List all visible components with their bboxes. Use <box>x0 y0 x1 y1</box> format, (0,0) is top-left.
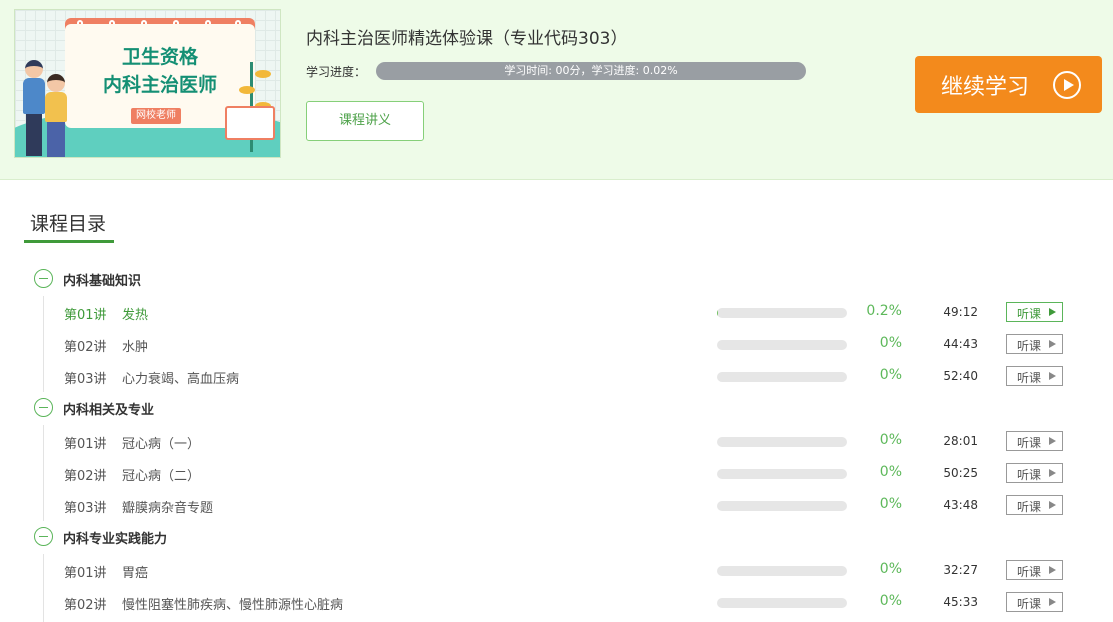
course-title: 内科主治医师精选体验课（专业代码303） <box>306 29 628 49</box>
lesson-percent: 0% <box>879 464 902 480</box>
lesson-title[interactable]: 瓣膜病杂音专题 <box>122 497 213 516</box>
listen-label: 听课 <box>1017 597 1042 611</box>
book-illustration <box>225 106 275 140</box>
listen-button[interactable]: 听课 <box>1006 302 1063 322</box>
catalog-title: 课程目录 <box>30 213 107 235</box>
play-circle-icon <box>1053 71 1081 99</box>
play-triangle-icon <box>1049 308 1056 316</box>
lesson-percent: 0% <box>879 496 902 512</box>
lesson-row[interactable]: 第02讲 冠心病（二） 0% 50:25 听课 <box>64 461 1064 485</box>
student-illustration <box>41 74 71 157</box>
lesson-row[interactable]: 第02讲 水肿 0% 44:43 听课 <box>64 332 1064 356</box>
lesson-duration: 28:01 <box>943 434 978 448</box>
thumbnail-line1: 卫生资格 <box>121 46 198 68</box>
lesson-progress-bar <box>717 340 847 350</box>
listen-button[interactable]: 听课 <box>1006 334 1063 354</box>
minus-circle-icon[interactable] <box>34 527 53 546</box>
lesson-duration: 50:25 <box>943 466 978 480</box>
listen-label: 听课 <box>1017 565 1042 579</box>
lesson-title[interactable]: 冠心病（一） <box>122 433 200 452</box>
lesson-number: 第02讲 <box>64 340 107 355</box>
lesson-number: 第02讲 <box>64 469 107 484</box>
lesson-percent: 0% <box>879 335 902 351</box>
lesson-percent: 0.2% <box>866 303 902 319</box>
lesson-progress-bar <box>717 308 847 318</box>
handout-button[interactable]: 课程讲义 <box>306 101 424 141</box>
lesson-progress-bar <box>717 501 847 511</box>
lesson-row[interactable]: 第01讲 冠心病（一） 0% 28:01 听课 <box>64 429 1064 453</box>
section-name: 内科专业实践能力 <box>63 532 168 547</box>
lesson-row[interactable]: 第03讲 心力衰竭、高血压病 0% 52:40 听课 <box>64 364 1064 388</box>
lesson-title[interactable]: 水肿 <box>122 336 148 355</box>
lesson-title[interactable]: 心力衰竭、高血压病 <box>122 368 239 387</box>
lesson-duration: 52:40 <box>943 369 978 383</box>
lesson-progress-bar <box>717 372 847 382</box>
continue-study-button[interactable]: 继续学习 <box>915 56 1102 113</box>
lesson-title[interactable]: 慢性阻塞性肺疾病、慢性肺源性心脏病 <box>122 594 343 613</box>
lesson-percent: 0% <box>879 593 902 609</box>
section-name: 内科相关及专业 <box>63 403 155 418</box>
minus-circle-icon[interactable] <box>34 269 53 288</box>
listen-label: 听课 <box>1017 371 1042 385</box>
lesson-row[interactable]: 第03讲 瓣膜病杂音专题 0% 43:48 听课 <box>64 493 1064 517</box>
lesson-duration: 32:27 <box>943 563 978 577</box>
lesson-title[interactable]: 胃癌 <box>122 562 148 581</box>
lesson-title[interactable]: 发热 <box>122 304 148 323</box>
lesson-title[interactable]: 冠心病（二） <box>122 465 200 484</box>
thumbnail-tag: 网校老师 <box>131 108 181 124</box>
lesson-number: 第01讲 <box>64 566 107 581</box>
lesson-duration: 44:43 <box>943 337 978 351</box>
lesson-percent: 0% <box>879 432 902 448</box>
play-triangle-icon <box>1049 437 1056 445</box>
course-progress-text: 学习时间: 00分，学习进度: 0.02% <box>504 64 678 77</box>
lesson-progress-bar <box>717 566 847 576</box>
listen-button[interactable]: 听课 <box>1006 431 1063 451</box>
minus-circle-icon[interactable] <box>34 398 53 417</box>
listen-button[interactable]: 听课 <box>1006 366 1063 386</box>
lesson-row[interactable]: 第02讲 慢性阻塞性肺疾病、慢性肺源性心脏病 0% 45:33 听课 <box>64 590 1064 614</box>
course-header: 卫生资格 内科主治医师 网校老师 内科主治医师精选体验课（专业代码303） 学习… <box>0 0 1113 180</box>
course-thumbnail[interactable]: 卫生资格 内科主治医师 网校老师 <box>14 9 281 158</box>
course-progress-bar: 学习时间: 00分，学习进度: 0.02% <box>376 62 806 80</box>
lesson-number: 第02讲 <box>64 598 107 613</box>
lesson-progress-bar <box>717 469 847 479</box>
lesson-row[interactable]: 第01讲 发热 0.2% 49:12 听课 <box>64 300 1064 324</box>
lesson-progress-bar <box>717 598 847 608</box>
lesson-percent: 0% <box>879 561 902 577</box>
lesson-number: 第03讲 <box>64 501 107 516</box>
lesson-percent: 0% <box>879 367 902 383</box>
section-divider <box>43 425 44 521</box>
section-name: 内科基础知识 <box>63 274 142 289</box>
progress-label: 学习进度： <box>306 65 367 79</box>
listen-button[interactable]: 听课 <box>1006 560 1063 580</box>
thumbnail-line2: 内科主治医师 <box>102 74 217 96</box>
lesson-row[interactable]: 第01讲 胃癌 0% 32:27 听课 <box>64 558 1064 582</box>
lesson-number: 第03讲 <box>64 372 107 387</box>
lesson-duration: 43:48 <box>943 498 978 512</box>
section-divider <box>43 554 44 622</box>
play-triangle-icon <box>1049 598 1056 606</box>
listen-label: 听课 <box>1017 500 1042 514</box>
play-triangle-icon <box>1049 372 1056 380</box>
lesson-duration: 49:12 <box>943 305 978 319</box>
listen-button[interactable]: 听课 <box>1006 592 1063 612</box>
listen-label: 听课 <box>1017 468 1042 482</box>
listen-label: 听课 <box>1017 307 1042 321</box>
play-triangle-icon <box>1049 469 1056 477</box>
lesson-progress-bar <box>717 437 847 447</box>
listen-label: 听课 <box>1017 339 1042 353</box>
section-divider <box>43 296 44 392</box>
lesson-duration: 45:33 <box>943 595 978 609</box>
lesson-number: 第01讲 <box>64 308 107 323</box>
play-triangle-icon <box>1049 501 1056 509</box>
play-triangle-icon <box>1049 340 1056 348</box>
lesson-number: 第01讲 <box>64 437 107 452</box>
play-triangle-icon <box>1049 566 1056 574</box>
listen-label: 听课 <box>1017 436 1042 450</box>
listen-button[interactable]: 听课 <box>1006 463 1063 483</box>
catalog-title-underline <box>24 240 114 243</box>
listen-button[interactable]: 听课 <box>1006 495 1063 515</box>
continue-study-label: 继续学习 <box>941 75 1030 100</box>
